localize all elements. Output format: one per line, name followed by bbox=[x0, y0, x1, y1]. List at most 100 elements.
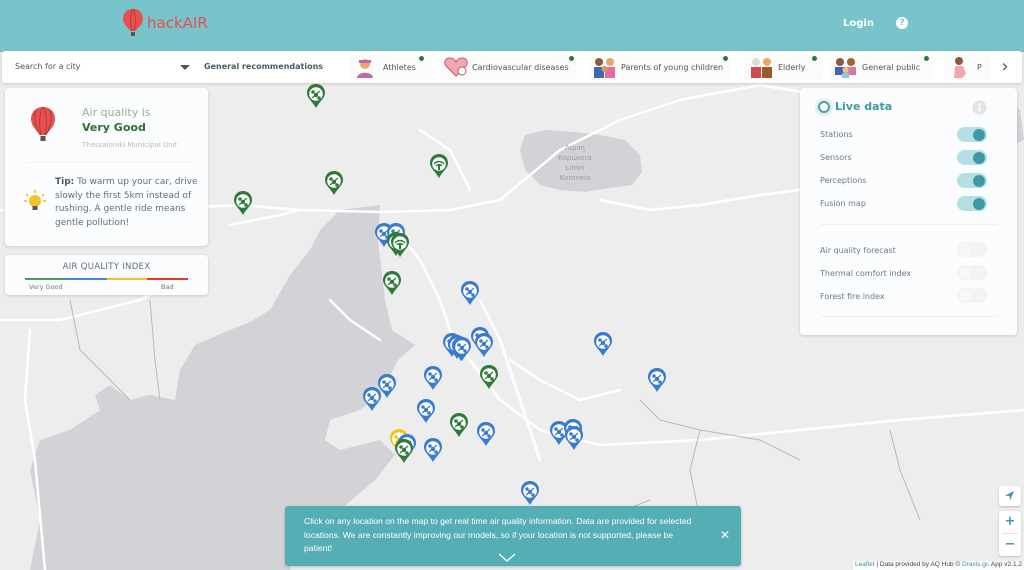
divider bbox=[820, 316, 997, 317]
air-quality-prefix: Air quality is bbox=[82, 106, 151, 119]
pregnant-icon bbox=[948, 56, 970, 78]
caret-down-icon[interactable] bbox=[180, 65, 190, 70]
header: hackAIR Login ? bbox=[0, 0, 1024, 52]
lake-label-1: Λιμνη bbox=[565, 144, 585, 152]
aqi-high-label: Bad bbox=[161, 283, 174, 291]
lake-label-3: Limni bbox=[565, 164, 584, 172]
category-cardiovascular[interactable]: Cardiovascular diseases bbox=[439, 54, 577, 80]
sensor-pin-icon bbox=[424, 438, 442, 462]
zoom-control: + − bbox=[999, 511, 1021, 556]
sensor-pin-icon bbox=[480, 365, 498, 389]
close-icon[interactable]: ✕ bbox=[720, 528, 730, 542]
category-elderly[interactable]: Elderly bbox=[745, 54, 823, 80]
air-quality-index-legend: AIR QUALITY INDEX Very Good Bad bbox=[5, 255, 208, 295]
toggle-sensors[interactable] bbox=[957, 150, 987, 165]
leaflet-link[interactable]: Leaflet bbox=[855, 561, 875, 568]
sensor-pin-icon bbox=[565, 426, 583, 450]
sensor-pin-icon bbox=[453, 337, 471, 361]
map-pin-moderate-sensor[interactable] bbox=[452, 336, 472, 362]
new-dot bbox=[723, 56, 728, 61]
map-pin-good-station[interactable] bbox=[429, 153, 449, 179]
brand-name: hackAIR bbox=[147, 14, 208, 32]
map-pin-good-sensor[interactable] bbox=[394, 438, 414, 464]
category-general-public[interactable]: General public bbox=[829, 54, 933, 80]
map-pin-good-sensor[interactable] bbox=[382, 270, 402, 296]
map-pin-moderate-sensor[interactable] bbox=[476, 421, 496, 447]
live-data-title: Live data bbox=[835, 100, 893, 113]
sensor-pin-icon bbox=[325, 171, 343, 195]
notification-text: Click on any location on the map to get … bbox=[304, 516, 692, 553]
toggle-fusion-map[interactable] bbox=[957, 196, 987, 211]
sensor-pin-icon bbox=[594, 332, 612, 356]
sensor-pin-icon bbox=[363, 387, 381, 411]
map-pin-moderate-sensor[interactable] bbox=[416, 398, 436, 424]
question-circle-icon[interactable]: ? bbox=[896, 17, 908, 29]
info-icon[interactable] bbox=[972, 100, 987, 115]
sensor-pin-icon bbox=[234, 191, 252, 215]
map-attribution: Leaflet | Data provided by AQ Hub © Drax… bbox=[853, 561, 1024, 570]
toggle-stations[interactable] bbox=[957, 127, 987, 142]
family-icon bbox=[592, 56, 615, 78]
layer-label-stations: Stations bbox=[820, 130, 853, 139]
map-pin-moderate-sensor[interactable] bbox=[362, 386, 382, 412]
new-dot bbox=[419, 56, 424, 61]
draxis-link[interactable]: Draxis.gr bbox=[962, 561, 988, 568]
map-pin-moderate-sensor[interactable] bbox=[520, 480, 540, 506]
chevron-right-icon[interactable]: › bbox=[992, 56, 1018, 78]
locate-button[interactable] bbox=[999, 486, 1021, 506]
login-link[interactable]: Login bbox=[843, 18, 874, 29]
map-pin-good-sensor[interactable] bbox=[479, 364, 499, 390]
map-pin-moderate-sensor[interactable] bbox=[647, 367, 667, 393]
aqi-title: AIR QUALITY INDEX bbox=[62, 262, 151, 272]
map-pin-moderate-sensor[interactable] bbox=[593, 331, 613, 357]
general-recommendations-tab[interactable]: General recommendations bbox=[204, 62, 323, 71]
map-pin-good-sensor[interactable] bbox=[449, 412, 469, 438]
category-athletes[interactable]: Athletes bbox=[350, 54, 432, 80]
live-indicator-icon bbox=[818, 101, 830, 113]
search-input[interactable]: Search for a city bbox=[15, 62, 81, 71]
info-notification: Click on any location on the map to get … bbox=[285, 506, 741, 566]
category-parents[interactable]: Parents of young children bbox=[588, 54, 730, 80]
zoom-in-button[interactable]: + bbox=[999, 511, 1021, 533]
map-pin-moderate-sensor[interactable] bbox=[474, 332, 494, 358]
map-pin-moderate-sensor[interactable] bbox=[423, 365, 443, 391]
layer-label-forecast: Air quality forecast bbox=[820, 246, 896, 255]
map-pin-good-sensor[interactable] bbox=[233, 190, 253, 216]
logo[interactable]: hackAIR bbox=[122, 8, 208, 38]
map-pin-good-station[interactable] bbox=[390, 232, 410, 258]
sensor-pin-icon bbox=[424, 366, 442, 390]
sensor-pin-icon bbox=[475, 333, 493, 357]
sensor-pin-icon bbox=[383, 271, 401, 295]
map-pin-moderate-sensor[interactable] bbox=[564, 425, 584, 451]
map-pin-moderate-sensor[interactable] bbox=[423, 437, 443, 463]
divider bbox=[820, 224, 997, 225]
elderly-icon bbox=[749, 56, 772, 78]
layer-label-sensors: Sensors bbox=[820, 153, 852, 162]
toggle-perceptions[interactable] bbox=[957, 173, 987, 188]
chevron-down-icon[interactable] bbox=[497, 553, 517, 563]
balloon-logo-icon bbox=[123, 8, 143, 36]
toggle-forest-fire[interactable] bbox=[957, 288, 987, 303]
station-pin-icon bbox=[430, 154, 448, 178]
map-pin-moderate-sensor[interactable] bbox=[460, 280, 480, 306]
sensor-pin-icon bbox=[417, 399, 435, 423]
zoom-out-button[interactable]: − bbox=[999, 534, 1021, 556]
map-pin-good-sensor[interactable] bbox=[324, 170, 344, 196]
toggle-forecast[interactable] bbox=[957, 242, 987, 257]
layer-label-fusion-map: Fusion map bbox=[820, 199, 866, 208]
location-name: Thessaloniki Municipal Unit bbox=[82, 141, 178, 149]
locate-arrow-icon bbox=[1005, 491, 1014, 501]
city-search[interactable]: Search for a city bbox=[4, 51, 198, 83]
sensor-pin-icon bbox=[521, 481, 539, 505]
toggle-thermal[interactable] bbox=[957, 265, 987, 280]
heart-icon bbox=[443, 56, 468, 78]
new-dot bbox=[924, 56, 929, 61]
layers-panel: Live data Stations Sensors Perceptions F… bbox=[800, 88, 1017, 335]
category-pregnant[interactable]: P bbox=[944, 54, 990, 80]
balloon-icon bbox=[31, 106, 55, 141]
people-icon bbox=[833, 56, 856, 78]
map-pin-good-sensor[interactable] bbox=[306, 83, 326, 109]
air-quality-card: Air quality is Very Good Thessaloniki Mu… bbox=[5, 88, 208, 246]
new-dot bbox=[812, 56, 817, 61]
sensor-pin-icon bbox=[477, 422, 495, 446]
